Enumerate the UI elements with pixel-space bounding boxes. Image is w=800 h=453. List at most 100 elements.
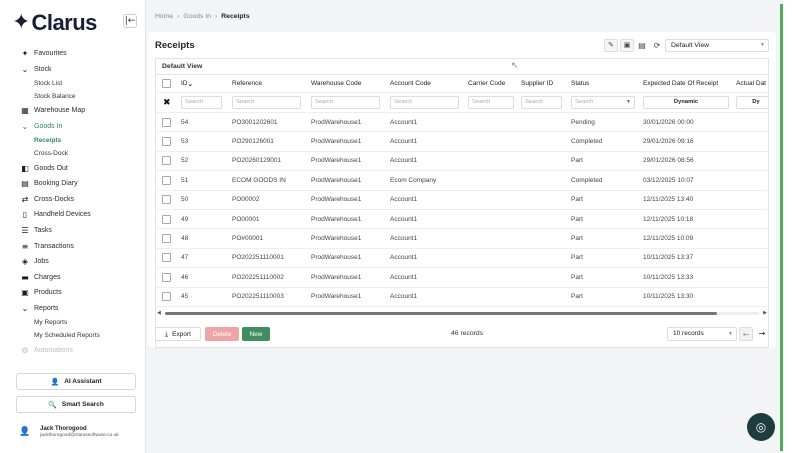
row-checkbox[interactable] [162,292,171,302]
collapse-sidebar-button[interactable]: |← [123,14,137,28]
table-row[interactable]: 46 PO202251110002 ProdWarehouse1 Account1 Pa… [156,268,768,288]
sidebar-item[interactable]: ⌄ Goods In [0,119,146,135]
breadcrumb-separator: › [215,13,218,20]
horizontal-scrollbar[interactable]: ◀ ▶ [155,310,769,316]
columns-icon[interactable]: ▤ [636,39,648,52]
breadcrumb-goods-in[interactable]: Goods In [183,13,211,20]
sidebar-item[interactable]: ▦ Warehouse Map [0,103,146,119]
sidebar-item[interactable]: ⌄ Stock [0,62,146,78]
save-icon[interactable]: ▣ [620,39,634,52]
sidebar-item[interactable]: ⇄ Cross-Docks [0,192,146,208]
select-all-checkbox[interactable] [162,79,171,88]
column-header[interactable]: Expected Date Of Receipt [643,75,718,92]
sidebar-subitem[interactable]: My Reports [0,316,146,329]
user-profile[interactable]: 👤 Jack Thorogood jackthorogood@clarussof… [16,420,119,444]
sidebar-item[interactable]: ◧ Goods Out [0,160,146,176]
sidebar-item[interactable]: ⚙ Automations [0,342,146,358]
table-row[interactable]: 48 PO#00001 ProdWarehouse1 Account1 Part 12/1… [156,229,768,249]
row-select-cell [162,152,171,170]
user-email: jackthorogood@clarussoftware.co.uk [40,433,119,438]
cell-date: 10/11/2025 13:33 [643,273,694,281]
prev-page-icon[interactable]: ← [739,327,753,341]
filter-input[interactable]: Search [468,96,514,109]
column-header[interactable]: Account Code [390,75,431,92]
delete-button[interactable]: Delete [205,327,239,341]
sidebar-item[interactable]: ◈ Jobs [0,254,146,270]
refresh-icon[interactable]: ⟳ [651,39,663,52]
sort-desc-icon[interactable]: ⌄ [188,80,193,88]
dynamic-date-button[interactable]: Dynamic [643,96,729,109]
table-row[interactable]: 50 PO00002 ProdWarehouse1 Account1 Part 12/11… [156,191,768,210]
breadcrumb-home[interactable]: Home [155,13,173,20]
row-checkbox[interactable] [162,175,171,185]
scroll-thumb[interactable] [165,312,717,315]
column-header[interactable]: Warehouse Code [311,75,361,92]
export-label: Export [172,330,191,338]
cell-ref: PO202251110003 [232,293,284,301]
sidebar-subitem[interactable]: Cross-Dock [0,147,146,160]
clarus-logo[interactable]: ✦ Clarus [12,8,97,38]
row-checkbox[interactable] [162,214,171,224]
table-row[interactable]: 49 PO00001 ProdWarehouse1 Account1 Part 12/11… [156,210,768,230]
row-select-cell [162,132,171,150]
row-checkbox[interactable] [162,234,171,244]
cell-status: Part [571,235,583,243]
column-header-label: Account Code [390,80,431,87]
table-row[interactable]: 45 PO202251110003 ProdWarehouse1 Account1 Pa… [156,288,768,307]
clear-filters-cell: ✖ [163,93,171,112]
filter-input[interactable]: Search [232,96,301,109]
view-select[interactable]: Default View ▼ [665,39,769,52]
row-checkbox[interactable] [162,272,171,282]
column-header[interactable]: Reference [232,75,262,92]
smart-search-button[interactable]: 🔍 Smart Search [16,396,136,413]
filter-input[interactable]: Search [181,96,222,109]
scroll-right-icon[interactable]: ▶ [763,310,767,316]
column-header-label: Reference [232,80,262,87]
sidebar-subitem[interactable]: Stock List [0,77,146,90]
scroll-left-icon[interactable]: ◀ [157,310,161,316]
sidebar-item[interactable]: ▯ Handheld Devices [0,207,146,223]
filter-input[interactable]: Search [311,96,380,109]
clear-filters-icon[interactable]: ✖ [163,98,171,108]
cell-id: 47 [181,254,189,262]
new-button[interactable]: New [242,327,270,341]
sidebar-item[interactable]: ▤ Booking Diary [0,176,146,192]
next-page-icon[interactable]: → [755,327,769,341]
sidebar-item[interactable]: ≡ Transactions [0,238,146,254]
dynamic-date-button[interactable]: Dy [736,96,768,109]
help-lifebuoy-icon[interactable]: ◎ [747,413,775,441]
column-header[interactable]: Status [571,75,589,92]
column-header[interactable]: ID ⌄ [181,75,193,92]
table-row[interactable]: 47 PO202251110001 ProdWarehouse1 Account1 Pa… [156,249,768,269]
export-button[interactable]: ⤓ Export [155,327,201,341]
table-row[interactable]: 54 PO3001202601 ProdWarehouse1 Account1 Pend… [156,113,768,133]
cell-id: 54 [181,118,189,126]
sidebar-subitem[interactable]: Stock Balance [0,90,146,103]
row-checkbox[interactable] [162,117,171,127]
row-checkbox[interactable] [162,156,171,166]
table-row[interactable]: 52 PO20260129001 ProdWarehouse1 Account1 Par… [156,152,768,172]
sidebar-subitem[interactable]: Receipts [0,134,146,147]
sidebar-item[interactable]: ⌄ Reports [0,301,146,317]
row-checkbox[interactable] [162,253,171,263]
cell-ref: PO00002 [232,196,260,204]
table-row[interactable]: 51 ECOM GOODS IN ProdWarehouse1 Ecom Compan… [156,171,768,191]
sidebar-item[interactable]: ▣ Products [0,285,146,301]
table-row[interactable]: 53 PO290126001 ProdWarehouse1 Account1 Compl… [156,132,768,152]
filter-input[interactable]: Search [521,96,562,109]
filter-input[interactable]: Search [390,96,459,109]
sidebar-item[interactable]: ✦ Favourites [0,46,146,62]
sidebar-item[interactable]: ▬ Charges [0,270,146,286]
row-checkbox[interactable] [162,195,171,205]
column-header[interactable]: Supplier ID [521,75,553,92]
sidebar-item[interactable]: ☰ Tasks [0,223,146,239]
row-checkbox[interactable] [162,137,171,147]
column-header[interactable]: Carrier Code [468,75,505,92]
column-header[interactable]: Actual Dat [736,75,766,92]
status-filter-select[interactable]: Search ▼ [571,96,635,109]
ai-assistant-button[interactable]: 👤 AI Assistant [16,373,136,390]
right-edge [783,0,800,453]
sidebar-subitem[interactable]: My Scheduled Reports [0,329,146,342]
edit-pencil-icon[interactable]: ✎ [604,39,618,52]
page-size-select[interactable]: 10 records ▼ [667,327,737,341]
